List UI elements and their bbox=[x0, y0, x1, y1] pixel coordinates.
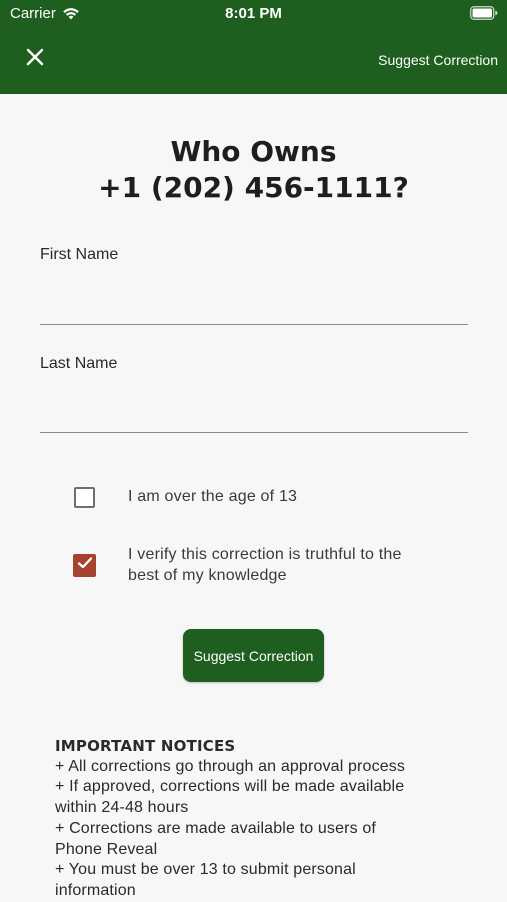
notice-line: within 24-48 hours bbox=[55, 799, 189, 817]
notice-line: information bbox=[55, 881, 136, 899]
last-name-field[interactable] bbox=[40, 398, 468, 433]
checkmark-icon bbox=[77, 556, 93, 575]
important-notices: IMPORTANT NOTICES + All corrections go t… bbox=[55, 736, 475, 902]
first-name-label: First Name bbox=[40, 246, 119, 263]
verify-checkbox-label: I verify this correction is truthful to … bbox=[128, 544, 402, 586]
verify-checkbox[interactable] bbox=[73, 554, 96, 577]
battery-icon bbox=[470, 6, 498, 20]
notice-line: Phone Reveal bbox=[55, 840, 158, 858]
first-name-field[interactable] bbox=[40, 290, 468, 325]
page-title-phone-number: +1 (202) 456-1111? bbox=[98, 171, 409, 204]
age-checkbox[interactable] bbox=[74, 487, 95, 508]
navigation-bar: Carrier 8:01 PM Suggest Correction bbox=[0, 0, 507, 94]
nav-suggest-correction-button[interactable]: Suggest Correction bbox=[378, 50, 498, 70]
notice-line: + If approved, corrections will be made … bbox=[55, 778, 405, 796]
status-time: 8:01 PM bbox=[225, 5, 282, 22]
last-name-label: Last Name bbox=[40, 355, 118, 372]
notice-line: + You must be over 13 to submit personal bbox=[55, 861, 356, 879]
suggest-correction-button[interactable]: Suggest Correction bbox=[183, 629, 324, 682]
close-icon bbox=[25, 47, 45, 72]
verify-checkbox-label-line-2: best of my knowledge bbox=[128, 567, 287, 584]
notice-line: + All corrections go through an approval… bbox=[55, 757, 406, 775]
page-title-line-1: Who Owns bbox=[170, 135, 337, 168]
notices-heading: IMPORTANT NOTICES bbox=[55, 737, 236, 755]
notice-line: + Corrections are made available to user… bbox=[55, 819, 376, 837]
page-title: Who Owns +1 (202) 456-1111? bbox=[0, 134, 507, 206]
age-checkbox-label: I am over the age of 13 bbox=[128, 488, 298, 505]
close-button[interactable] bbox=[20, 44, 50, 74]
verify-checkbox-label-line-1: I verify this correction is truthful to … bbox=[128, 546, 402, 563]
